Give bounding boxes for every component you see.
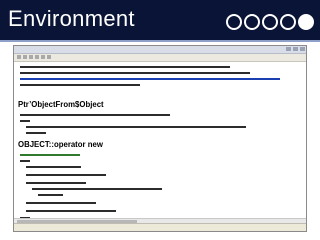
code-line <box>26 166 81 168</box>
code-line <box>20 160 30 162</box>
toolbar-button[interactable] <box>47 55 51 59</box>
code-line <box>26 182 86 184</box>
code-line <box>20 72 250 74</box>
minimize-icon[interactable] <box>286 47 291 51</box>
slide-title-bar: Environment <box>0 0 320 40</box>
editor-toolbar <box>14 54 306 62</box>
toolbar-button[interactable] <box>41 55 45 59</box>
nav-dot-5-active[interactable] <box>298 14 314 30</box>
code-text-lines <box>20 66 280 219</box>
code-line <box>20 114 170 116</box>
code-area[interactable]: Ptr’ObjectFrom$Object OBJECT::operator n… <box>14 62 306 222</box>
toolbar-button[interactable] <box>23 55 27 59</box>
nav-dot-4[interactable] <box>280 14 296 30</box>
nav-dot-3[interactable] <box>262 14 278 30</box>
code-line <box>20 66 230 68</box>
editor-status-bar <box>14 223 306 231</box>
code-line <box>38 194 63 196</box>
toolbar-button[interactable] <box>29 55 33 59</box>
close-icon[interactable] <box>300 47 305 51</box>
slide-title: Environment <box>8 6 135 31</box>
code-line <box>26 174 106 176</box>
code-line <box>32 188 162 190</box>
toolbar-button[interactable] <box>17 55 21 59</box>
code-line <box>20 84 140 86</box>
code-line <box>26 132 46 134</box>
maximize-icon[interactable] <box>293 47 298 51</box>
editor-title-bar <box>14 46 306 54</box>
code-editor-window: Ptr’ObjectFrom$Object OBJECT::operator n… <box>13 45 307 232</box>
code-line <box>26 202 96 204</box>
code-line <box>20 120 30 122</box>
nav-dot-1[interactable] <box>226 14 242 30</box>
title-divider <box>0 40 320 42</box>
code-line <box>20 154 80 156</box>
toolbar-button[interactable] <box>35 55 39 59</box>
code-line <box>20 78 280 80</box>
code-line <box>26 126 246 128</box>
nav-dot-2[interactable] <box>244 14 260 30</box>
code-line <box>26 210 116 212</box>
